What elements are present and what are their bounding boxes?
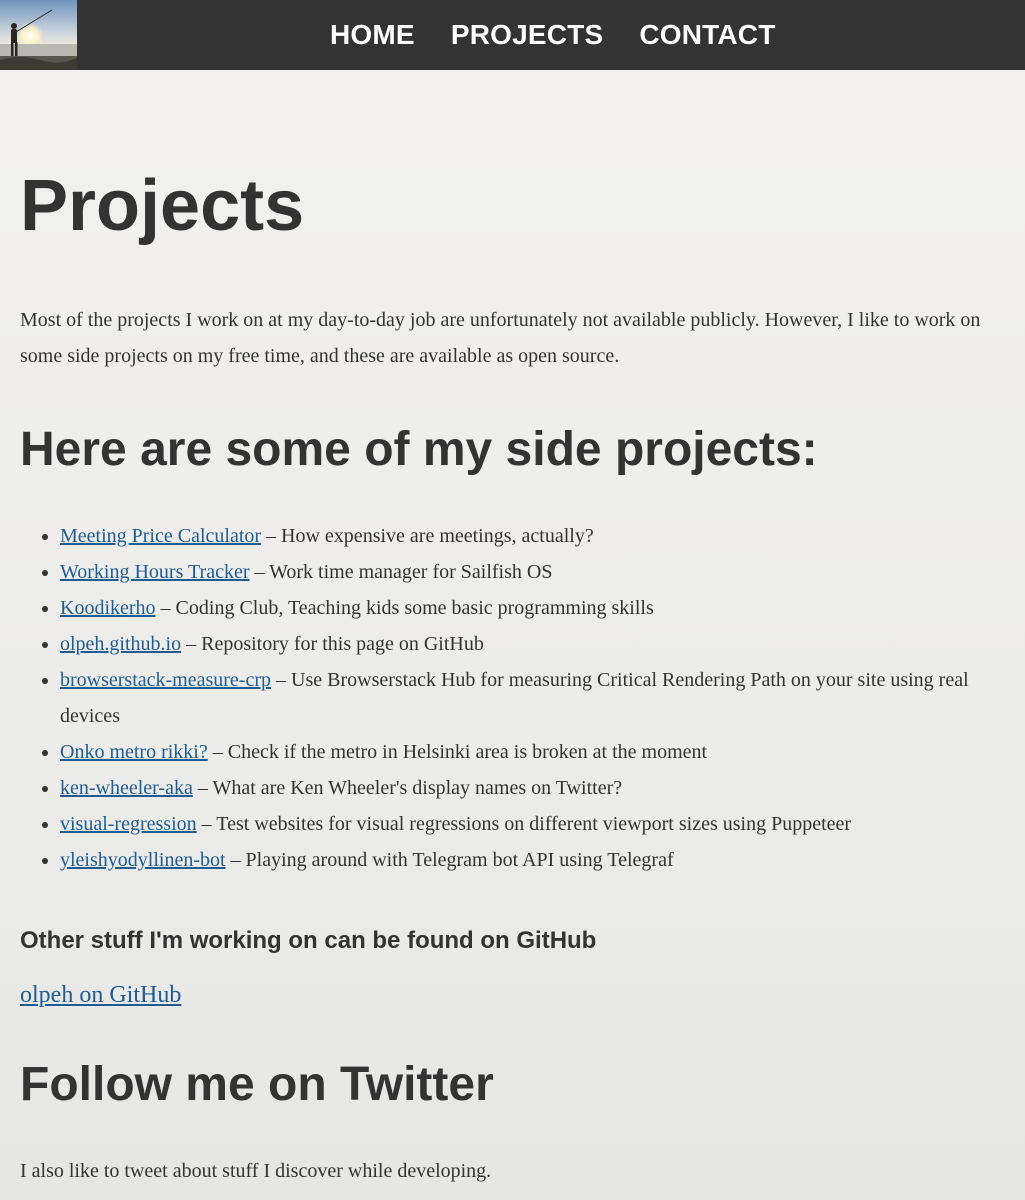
page-title: Projects [20,166,305,246]
project-description: – What are Ken Wheeler's display names o… [192,777,623,799]
project-description: – Repository for this page on GitHub [181,633,484,655]
project-link[interactable]: Koodikerho [60,597,156,619]
list-item: visual-regression – Test websites for vi… [60,806,1020,842]
list-item: ken-wheeler-aka – What are Ken Wheeler's… [60,770,1020,806]
project-description: – Playing around with Telegram bot API u… [225,849,674,871]
nav-projects-link[interactable]: PROJECTS [433,19,622,51]
project-link[interactable]: visual-regression [60,813,197,835]
site-logo[interactable] [0,0,77,70]
project-link[interactable]: Working Hours Tracker [60,561,249,583]
list-item: yleishyodyllinen-bot – Playing around wi… [60,842,1020,878]
project-link[interactable]: Meeting Price Calculator [60,525,261,547]
project-link[interactable]: browserstack-measure-crp [60,669,271,691]
main-nav: HOME PROJECTS CONTACT [312,0,794,70]
twitter-paragraph: I also like to tweet about stuff I disco… [20,1160,492,1182]
project-description: – Coding Club, Teaching kids some basic … [155,597,654,619]
project-link[interactable]: Onko metro rikki? [60,741,208,763]
side-projects-heading: Here are some of my side projects: [20,423,818,476]
list-item: Onko metro rikki? – Check if the metro i… [60,734,1020,770]
intro-paragraph: Most of the projects I work on at my day… [20,309,981,367]
list-item: Koodikerho – Coding Club, Teaching kids … [60,590,1020,626]
list-item: olpeh.github.io – Repository for this pa… [60,626,1020,662]
project-link[interactable]: yleishyodyllinen-bot [60,849,226,871]
project-description: – How expensive are meetings, actually? [261,525,594,547]
project-description: – Test websites for visual regressions o… [196,813,852,835]
twitter-heading: Follow me on Twitter [20,1058,494,1111]
project-link[interactable]: olpeh.github.io [60,633,181,655]
list-item: Working Hours Tracker – Work time manage… [60,554,1020,590]
top-navigation-bar: HOME PROJECTS CONTACT [0,0,1025,70]
github-profile-link[interactable]: olpeh on GitHub [20,980,181,1010]
nav-home-link[interactable]: HOME [312,19,433,51]
github-heading: Other stuff I'm working on can be found … [20,927,597,954]
projects-list: Meeting Price Calculator – How expensive… [20,518,1020,878]
project-description: – Check if the metro in Helsinki area is… [207,741,708,763]
list-item: Meeting Price Calculator – How expensive… [60,518,1020,554]
fisherman-sunset-photo [0,0,77,70]
nav-contact-link[interactable]: CONTACT [621,19,793,51]
project-description: – Work time manager for Sailfish OS [249,561,553,583]
list-item: browserstack-measure-crp – Use Browserst… [60,662,1020,734]
project-link[interactable]: ken-wheeler-aka [60,777,193,799]
